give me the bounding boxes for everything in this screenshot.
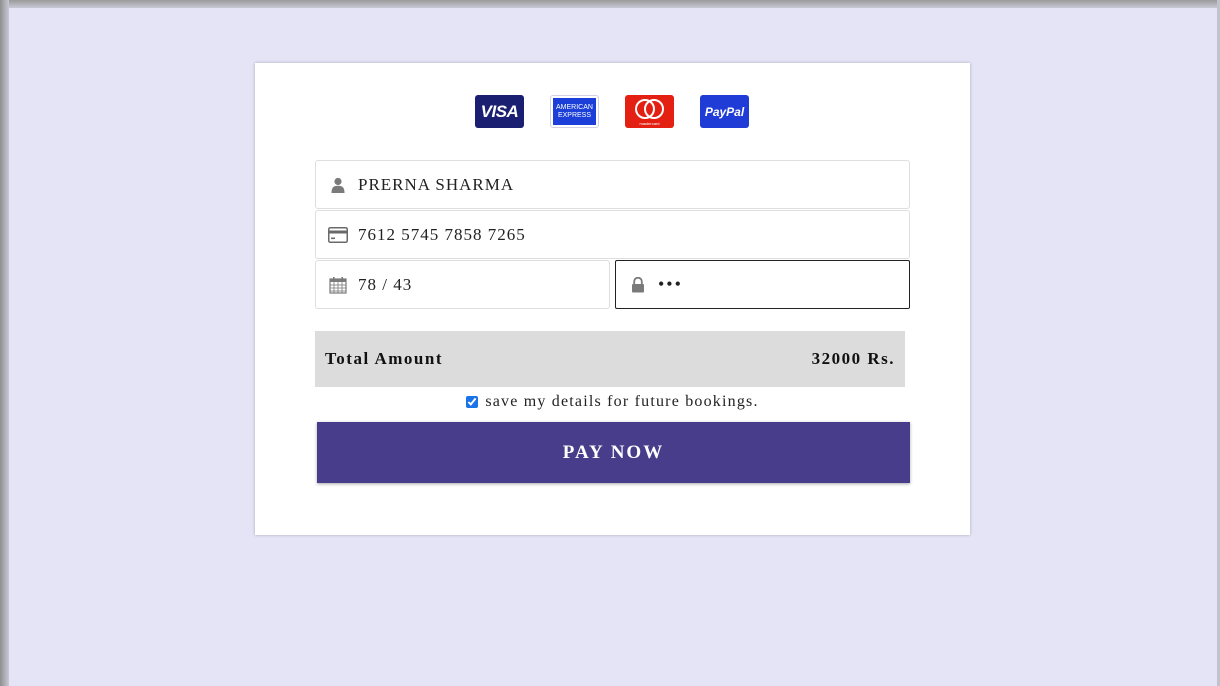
visa-logo: VISA bbox=[475, 95, 524, 128]
mastercard-logo: mastercard bbox=[625, 95, 674, 128]
cardholder-name-input[interactable] bbox=[358, 174, 909, 195]
amex-logo-line1: AMERICAN bbox=[556, 103, 593, 111]
user-icon bbox=[328, 175, 348, 195]
total-amount-label: Total Amount bbox=[325, 349, 443, 368]
total-amount-bar: Total Amount 32000 Rs. bbox=[315, 331, 905, 387]
window-frame-top bbox=[0, 0, 1220, 8]
mastercard-logo-text: mastercard bbox=[639, 121, 659, 126]
paypal-logo: PayPal bbox=[700, 95, 749, 128]
total-amount-value: 32000 Rs. bbox=[811, 349, 895, 368]
window-frame-left bbox=[0, 0, 9, 686]
amex-logo-line2: EXPRESS bbox=[557, 111, 592, 119]
expiry-input[interactable] bbox=[358, 274, 609, 295]
cvv-field bbox=[615, 260, 910, 309]
card-number-input[interactable] bbox=[358, 224, 909, 245]
credit-card-icon bbox=[328, 225, 348, 245]
amex-logo: AMERICAN EXPRESS bbox=[550, 95, 599, 128]
pay-now-button[interactable]: PAY NOW bbox=[317, 422, 910, 483]
payment-card: VISA AMERICAN EXPRESS mastercard PayPal bbox=[255, 63, 970, 535]
card-number-field bbox=[315, 210, 910, 259]
save-details-label: save my details for future bookings. bbox=[485, 393, 759, 410]
expiry-field bbox=[315, 260, 610, 309]
paypal-logo-text: PayPal bbox=[704, 104, 745, 119]
cardholder-name-field bbox=[315, 160, 910, 209]
calendar-icon bbox=[328, 275, 348, 295]
save-details-row: save my details for future bookings. bbox=[255, 391, 970, 413]
save-details-checkbox[interactable] bbox=[466, 396, 479, 408]
lock-icon bbox=[628, 275, 648, 295]
cvv-input[interactable] bbox=[658, 274, 909, 295]
payment-logos: VISA AMERICAN EXPRESS mastercard PayPal bbox=[475, 95, 749, 128]
visa-logo-text: VISA bbox=[480, 101, 519, 121]
